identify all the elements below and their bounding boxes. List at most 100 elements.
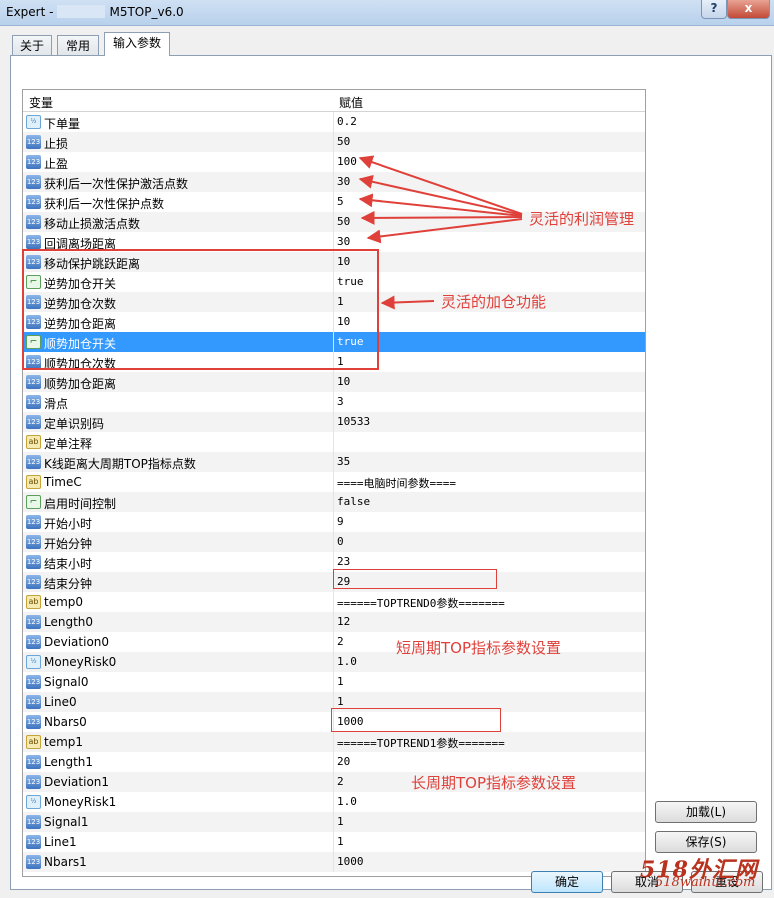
- grid-header: 变量 赋值: [23, 90, 645, 112]
- column-divider: [333, 652, 334, 672]
- watermark-url: 518waihui.com: [655, 875, 756, 890]
- column-divider: [333, 172, 334, 192]
- parameter-value[interactable]: 1: [337, 815, 344, 828]
- parameter-name: 止损: [44, 137, 69, 151]
- parameter-row[interactable]: 123 Signal1 1: [23, 812, 645, 832]
- param-type-int-icon: 123: [26, 615, 41, 629]
- parameter-value[interactable]: false: [337, 495, 370, 508]
- parameter-value[interactable]: 1000: [337, 855, 364, 868]
- parameter-name: 止盈: [44, 157, 69, 171]
- tab-common[interactable]: 常用: [57, 35, 99, 56]
- column-divider: [333, 372, 334, 392]
- tab-inputs[interactable]: 输入参数: [104, 32, 170, 56]
- parameter-row[interactable]: ⌐ 启用时间控制 false: [23, 492, 645, 512]
- parameter-value[interactable]: 9: [337, 515, 344, 528]
- parameter-value[interactable]: 5: [337, 195, 344, 208]
- load-button[interactable]: 加载(L): [655, 801, 757, 823]
- column-divider: [333, 732, 334, 752]
- parameter-name: 定单识别码: [44, 417, 105, 431]
- parameter-value[interactable]: 30: [337, 175, 350, 188]
- tab-about[interactable]: 关于: [12, 35, 52, 56]
- parameter-row[interactable]: 123 止盈 100: [23, 152, 645, 172]
- parameter-name: Length1: [44, 755, 94, 769]
- parameter-value[interactable]: 20: [337, 755, 350, 768]
- param-type-dbl-icon: ½: [26, 795, 41, 809]
- parameter-name: temp0: [44, 595, 84, 609]
- column-divider: [333, 412, 334, 432]
- parameter-value[interactable]: 30: [337, 235, 350, 248]
- parameter-value[interactable]: 12: [337, 615, 350, 628]
- parameter-row[interactable]: 123 Signal0 1: [23, 672, 645, 692]
- parameter-row[interactable]: 123 Nbars1 1000: [23, 852, 645, 872]
- parameter-value[interactable]: ======TOPTREND1参数=======: [337, 735, 505, 751]
- close-button[interactable]: x: [727, 0, 770, 19]
- redacted-area: [57, 5, 106, 18]
- help-button[interactable]: ?: [701, 0, 727, 19]
- parameter-value[interactable]: 10533: [337, 415, 370, 428]
- parameter-row[interactable]: ab temp0 ======TOPTREND0参数=======: [23, 592, 645, 612]
- param-type-int-icon: 123: [26, 395, 41, 409]
- parameter-value[interactable]: ====电脑时间参数====: [337, 475, 456, 491]
- parameter-value[interactable]: ======TOPTREND0参数=======: [337, 595, 505, 611]
- parameter-row[interactable]: 123 Line1 1: [23, 832, 645, 852]
- parameter-name: Line0: [44, 695, 77, 709]
- parameter-row[interactable]: ½ MoneyRisk1 1.0: [23, 792, 645, 812]
- parameter-value[interactable]: 2: [337, 635, 344, 648]
- parameter-value[interactable]: 1: [337, 835, 344, 848]
- column-divider: [333, 112, 334, 132]
- column-divider: [333, 132, 334, 152]
- parameter-value[interactable]: 100: [337, 155, 357, 168]
- parameter-value[interactable]: 50: [337, 215, 350, 228]
- parameter-row[interactable]: ab TimeC ====电脑时间参数====: [23, 472, 645, 492]
- parameter-row[interactable]: ab temp1 ======TOPTREND1参数=======: [23, 732, 645, 752]
- param-type-int-icon: 123: [26, 215, 41, 229]
- param-type-int-icon: 123: [26, 175, 41, 189]
- parameter-value[interactable]: 35: [337, 455, 350, 468]
- parameter-value[interactable]: 1: [337, 695, 344, 708]
- column-divider: [333, 812, 334, 832]
- ok-button[interactable]: 确定: [531, 871, 603, 893]
- parameter-name: 移动止损激活点数: [44, 217, 141, 231]
- parameter-row[interactable]: 123 顺势加仓距离 10: [23, 372, 645, 392]
- parameter-row[interactable]: ab 定单注释: [23, 432, 645, 452]
- param-type-int-icon: 123: [26, 715, 41, 729]
- parameter-row[interactable]: 123 定单识别码 10533: [23, 412, 645, 432]
- param-type-int-icon: 123: [26, 815, 41, 829]
- param-type-str-icon: ab: [26, 475, 41, 489]
- parameter-row[interactable]: 123 止损 50: [23, 132, 645, 152]
- column-divider: [333, 672, 334, 692]
- column-divider: [333, 472, 334, 492]
- annotation-add-position: 灵活的加仓功能: [441, 293, 547, 311]
- parameter-row[interactable]: 123 开始小时 9: [23, 512, 645, 532]
- parameter-row[interactable]: 123 开始分钟 0: [23, 532, 645, 552]
- parameter-value[interactable]: 2: [337, 775, 344, 788]
- parameter-row[interactable]: 123 K线距离大周期TOP指标点数 35: [23, 452, 645, 472]
- parameter-value[interactable]: 23: [337, 555, 350, 568]
- parameter-row[interactable]: 123 获利后一次性保护激活点数 30: [23, 172, 645, 192]
- title-bar: Expert - M5TOP_v6.0 ? x: [0, 0, 774, 26]
- column-divider: [333, 632, 334, 652]
- parameter-row[interactable]: 123 Length0 12: [23, 612, 645, 632]
- save-button[interactable]: 保存(S): [655, 831, 757, 853]
- parameter-name: Signal1: [44, 815, 89, 829]
- param-type-int-icon: 123: [26, 535, 41, 549]
- parameter-value[interactable]: 10: [337, 375, 350, 388]
- column-divider: [333, 792, 334, 812]
- parameter-row[interactable]: ½ 下单量 0.2: [23, 112, 645, 132]
- parameter-value[interactable]: 50: [337, 135, 350, 148]
- parameter-name: Nbars1: [44, 855, 87, 869]
- parameter-value[interactable]: 1.0: [337, 795, 357, 808]
- parameter-value[interactable]: 0.2: [337, 115, 357, 128]
- parameter-value[interactable]: 1: [337, 675, 344, 688]
- param-type-int-icon: 123: [26, 195, 41, 209]
- parameter-row[interactable]: 123 Length1 20: [23, 752, 645, 772]
- parameter-row[interactable]: 123 滑点 3: [23, 392, 645, 412]
- parameter-value[interactable]: 3: [337, 395, 344, 408]
- toptrend0-highlight-box: [333, 569, 497, 589]
- param-type-int-icon: 123: [26, 575, 41, 589]
- parameter-name: Signal0: [44, 675, 89, 689]
- parameter-name: 下单量: [44, 117, 81, 131]
- parameter-value[interactable]: 0: [337, 535, 344, 548]
- parameter-value[interactable]: 1.0: [337, 655, 357, 668]
- parameter-name: 结束分钟: [44, 577, 93, 591]
